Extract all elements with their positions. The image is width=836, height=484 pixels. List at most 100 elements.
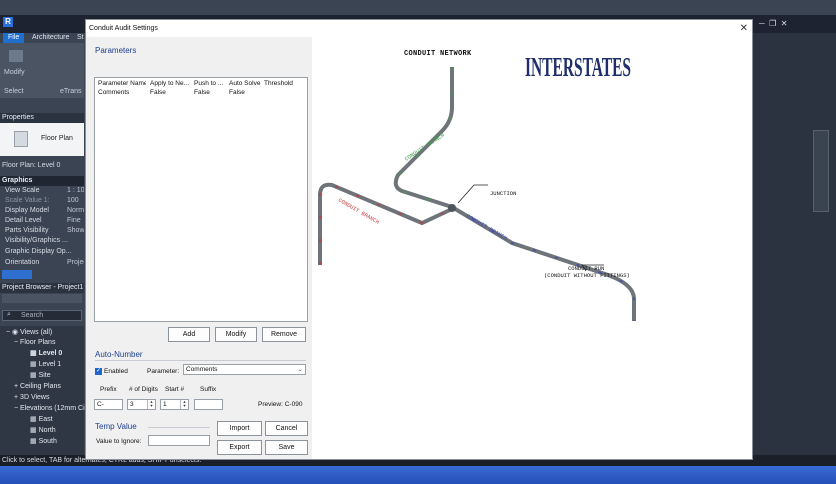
table-cell: False bbox=[229, 89, 245, 96]
tree-item[interactable]: ▦ Level 1 bbox=[30, 360, 61, 370]
temp-value-heading: Temp Value bbox=[95, 422, 137, 431]
suffix-label: Suffix bbox=[200, 386, 217, 393]
start-value: 1 bbox=[163, 401, 167, 408]
conduit-network-drawing: CONDUIT BRANCH CONDUIT BRANCH CONDUIT BR… bbox=[318, 67, 636, 321]
column-header[interactable]: Push to ... bbox=[194, 80, 224, 87]
remove-button[interactable]: Remove bbox=[262, 327, 306, 342]
dialog-title: Conduit Audit Settings bbox=[86, 20, 752, 37]
digits-value: 3 bbox=[130, 401, 134, 408]
properties-toolbar[interactable] bbox=[2, 270, 32, 279]
parameter-label: Parameter: bbox=[147, 368, 180, 375]
export-button[interactable]: Export bbox=[217, 440, 262, 455]
etrans-label: eTrans bbox=[60, 88, 82, 95]
parameter-select[interactable]: Comments ⌄ bbox=[183, 364, 306, 375]
prefix-field[interactable]: C- bbox=[94, 399, 123, 410]
instance-label[interactable]: Floor Plan: Level 0 bbox=[2, 162, 60, 169]
branch-label-green: CONDUIT BRANCH bbox=[403, 132, 446, 163]
prop-row[interactable]: Display Model Norm bbox=[0, 206, 84, 216]
tab-file[interactable]: File bbox=[3, 33, 25, 43]
section-divider bbox=[148, 427, 210, 428]
table-row[interactable]: Comments False False False bbox=[95, 88, 307, 98]
add-button[interactable]: Add bbox=[168, 327, 210, 342]
project-browser-title: Project Browser - Project1 bbox=[0, 283, 84, 293]
tab-architecture[interactable]: Architecture bbox=[27, 33, 74, 43]
family-label: Floor Plan bbox=[41, 135, 73, 142]
run-label-line2: (CONDUIT WITHOUT FITTINGS) bbox=[544, 272, 630, 279]
tree-item[interactable]: ▦ Level 0 bbox=[30, 349, 62, 359]
type-selector[interactable]: Floor Plan bbox=[0, 123, 84, 156]
select-dropdown[interactable]: Select bbox=[4, 88, 23, 95]
tree-item[interactable]: ▦ East bbox=[30, 415, 53, 425]
tree-item[interactable]: − Floor Plans bbox=[14, 338, 55, 348]
tree-item[interactable]: − ◉ Views (all) bbox=[6, 328, 52, 338]
tree-item[interactable]: ▦ Site bbox=[30, 371, 51, 381]
prop-row[interactable]: Visibility/Graphics ... bbox=[0, 236, 84, 246]
chevron-down-icon: ⌄ bbox=[297, 366, 303, 373]
graphics-heading: Graphics bbox=[0, 176, 84, 186]
prop-row[interactable]: View Scale 1 : 10 bbox=[0, 186, 84, 196]
prop-row[interactable]: Graphic Display Op... bbox=[0, 247, 84, 257]
conduit-audit-dialog: Conduit Audit Settings ✕ Parameters Para… bbox=[85, 19, 753, 460]
prop-row[interactable]: Detail Level Fine bbox=[0, 216, 84, 226]
taskbar bbox=[0, 466, 836, 484]
preview-text: Preview: C-090 bbox=[258, 401, 303, 408]
column-header[interactable]: Apply to Ne... bbox=[150, 80, 191, 87]
parameters-heading: Parameters bbox=[95, 46, 137, 55]
section-divider bbox=[95, 360, 306, 361]
column-header[interactable]: Threshold bbox=[264, 80, 298, 87]
prefix-label: Prefix bbox=[100, 386, 117, 393]
tree-item[interactable]: + 3D Views bbox=[14, 393, 50, 403]
table-cell: False bbox=[194, 89, 210, 96]
table-cell: False bbox=[150, 89, 166, 96]
parameters-grid[interactable]: Parameter Name Apply to Ne... Push to ..… bbox=[94, 77, 308, 322]
properties-title: Properties bbox=[0, 113, 84, 123]
project-browser-tree: − ◉ Views (all) − Floor Plans ▦ Level 0 … bbox=[0, 326, 87, 458]
tree-item[interactable]: − Elevations (12mm Cir bbox=[14, 404, 87, 414]
search-input[interactable]: ⌕ Search bbox=[2, 310, 82, 321]
value-to-ignore-label: Value to Ignore: bbox=[96, 438, 142, 445]
tree-item[interactable]: ▦ North bbox=[30, 426, 56, 436]
modify-button[interactable]: Modify bbox=[215, 327, 257, 342]
junction-leader bbox=[457, 184, 488, 204]
spinner-icon[interactable]: ▲ ▼ bbox=[180, 400, 188, 409]
branch-label-blue: CONDUIT BRANCH bbox=[465, 213, 509, 242]
value-to-ignore-field[interactable] bbox=[148, 435, 210, 446]
spinner-icon[interactable]: ▲ ▼ bbox=[147, 400, 155, 409]
revit-app-icon[interactable]: R bbox=[3, 17, 13, 27]
auto-number-heading: Auto-Number bbox=[95, 350, 143, 359]
browser-toolbar[interactable] bbox=[2, 294, 82, 303]
tree-item[interactable]: ▦ South bbox=[30, 437, 57, 447]
start-stepper[interactable]: 1 ▲ ▼ bbox=[160, 399, 189, 410]
enabled-checkbox[interactable]: ✓ bbox=[95, 368, 102, 375]
search-placeholder: Search bbox=[21, 312, 44, 319]
column-header[interactable]: Parameter Name bbox=[98, 80, 146, 87]
settings-pane: Parameters Parameter Name Apply to Ne...… bbox=[86, 37, 312, 459]
table-cell: Comments bbox=[98, 89, 130, 96]
import-button[interactable]: Import bbox=[217, 421, 262, 436]
start-label: Start # bbox=[165, 386, 185, 393]
junction-label: JUNCTION bbox=[490, 190, 516, 197]
navigation-bar[interactable] bbox=[813, 130, 829, 212]
cancel-button[interactable]: Cancel bbox=[265, 421, 308, 436]
prop-row[interactable]: OrientationProjec bbox=[0, 258, 84, 268]
close-icon[interactable]: ✕ bbox=[740, 20, 748, 37]
ribbon-panel: Modify Select eTrans bbox=[0, 43, 84, 98]
enabled-label: Enabled bbox=[104, 368, 128, 375]
digits-stepper[interactable]: 3 ▲ ▼ bbox=[127, 399, 156, 410]
parameter-select-value: Comments bbox=[186, 366, 218, 373]
tree-item[interactable]: + Ceiling Plans bbox=[14, 382, 61, 392]
conduit-diagram: CONDUIT NETWORK INTERSTATES CONDUIT BRAN… bbox=[312, 37, 752, 459]
prop-row[interactable]: Scale Value 1: 100 bbox=[0, 196, 84, 206]
digits-label: # of Digits bbox=[129, 386, 158, 393]
suffix-field[interactable] bbox=[194, 399, 223, 410]
column-header[interactable]: Auto Solve bbox=[229, 80, 261, 87]
prop-row[interactable]: Parts Visibility Show bbox=[0, 226, 84, 236]
modify-icon[interactable] bbox=[9, 50, 23, 62]
window-controls[interactable]: ─ ❐ ✕ bbox=[759, 19, 787, 28]
drawing-area-right: ─ ❐ ✕ bbox=[753, 19, 836, 460]
floor-plan-icon bbox=[14, 131, 28, 147]
junction-node bbox=[448, 204, 456, 212]
run-label-line1: CONDUIT RUN bbox=[568, 265, 604, 272]
save-button[interactable]: Save bbox=[265, 440, 308, 455]
ribbon-modify-label[interactable]: Modify bbox=[4, 69, 25, 76]
